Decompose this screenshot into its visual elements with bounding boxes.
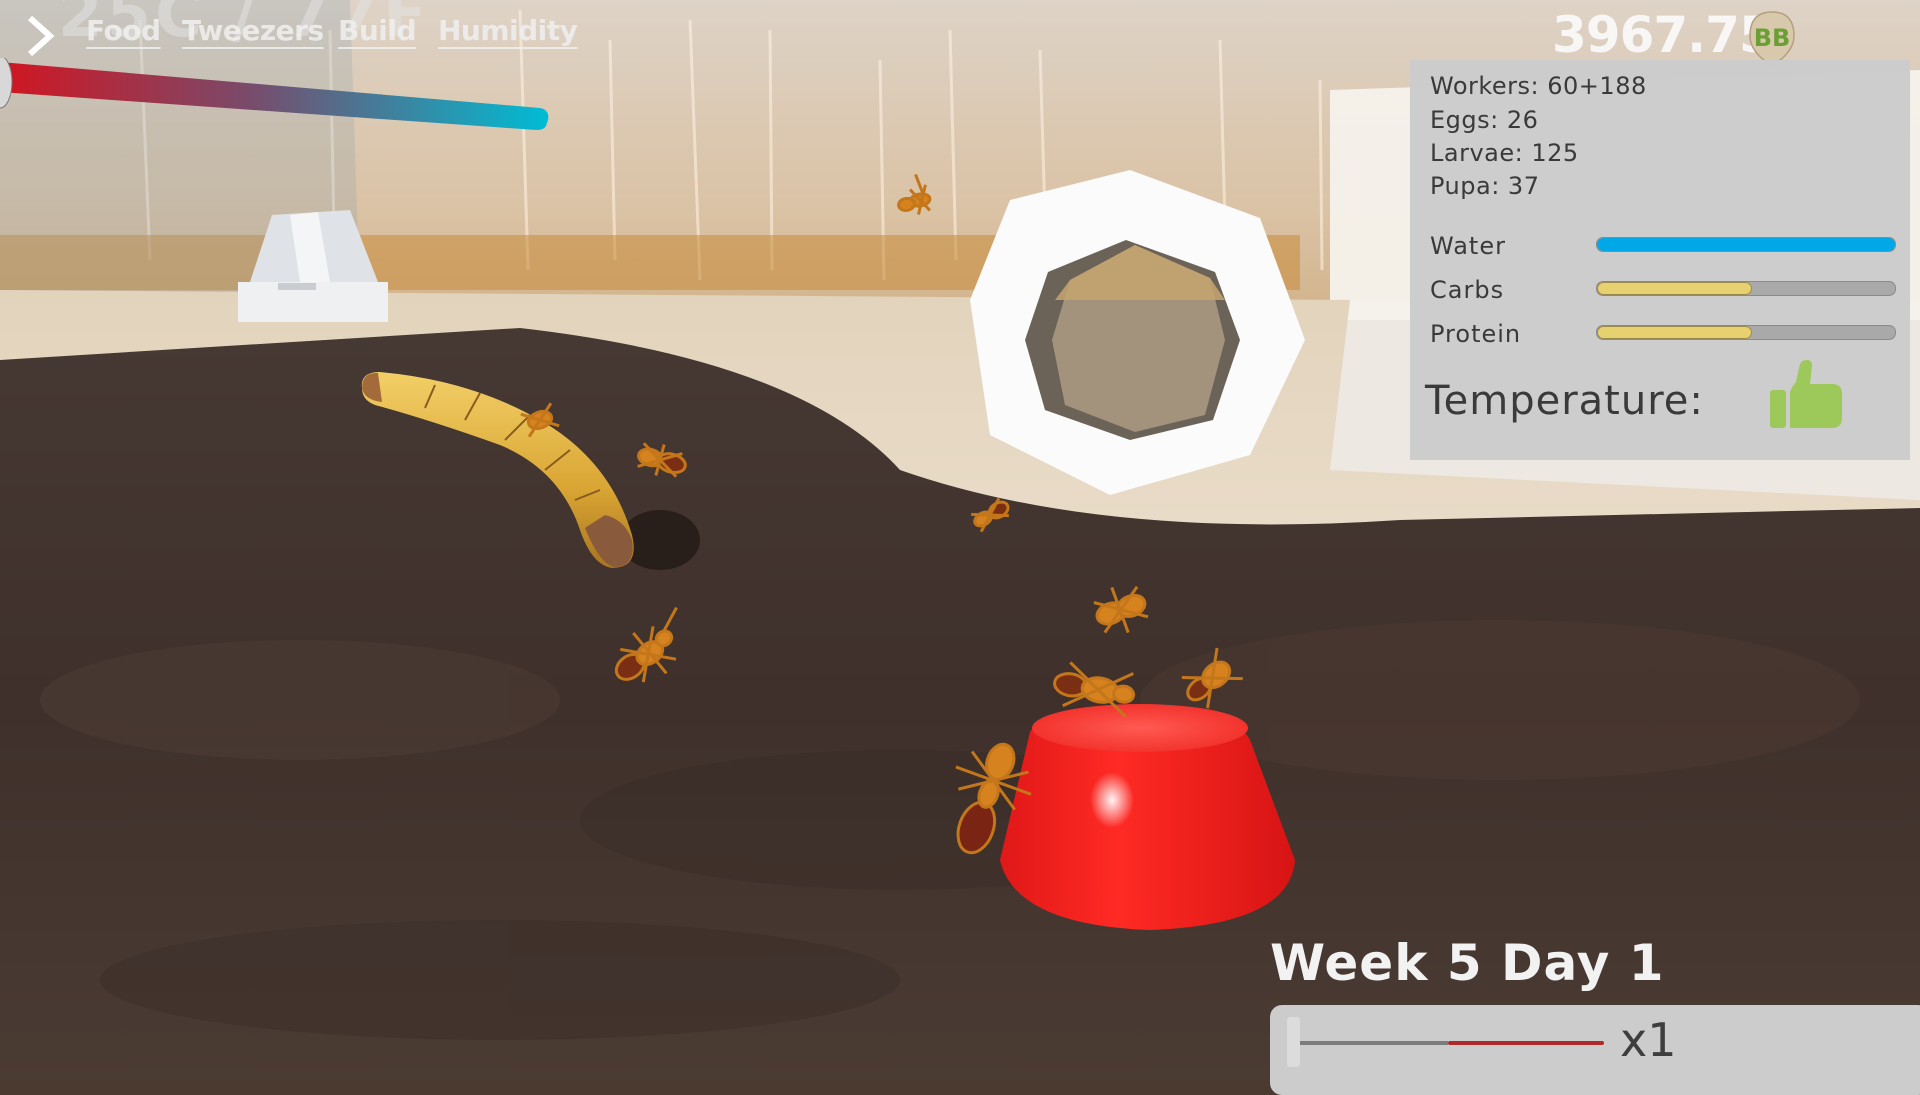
menu-item-humidity[interactable]: Humidity: [438, 14, 578, 47]
workers-count: Workers: 60+188: [1430, 72, 1647, 100]
menu-item-food[interactable]: Food: [86, 14, 161, 47]
protein-label: Protein: [1430, 320, 1522, 348]
water-label: Water: [1430, 232, 1506, 260]
water-meter: [1596, 237, 1896, 252]
speed-slider-track[interactable]: [1300, 1041, 1448, 1045]
menu-item-build[interactable]: Build: [338, 14, 417, 47]
chevron-right-icon[interactable]: [24, 14, 56, 58]
menu-item-tweezers[interactable]: Tweezers: [182, 14, 324, 47]
speed-slider-track-fast[interactable]: [1448, 1041, 1604, 1045]
speed-slider-handle[interactable]: [1287, 1017, 1300, 1067]
game-date: Week 5 Day 1: [1270, 934, 1665, 992]
carbs-meter-fill: [1597, 282, 1752, 295]
temperature-label: Temperature:: [1425, 378, 1704, 424]
eggs-count: Eggs: 26: [1430, 106, 1539, 134]
protein-meter: [1596, 325, 1896, 340]
game-speed-control: x1: [1270, 1005, 1920, 1095]
thumbs-up-icon: [1770, 360, 1842, 428]
pupa-count: Pupa: 37: [1430, 172, 1540, 200]
svg-text:BB: BB: [1754, 24, 1791, 52]
speed-multiplier: x1: [1620, 1013, 1677, 1067]
protein-meter-fill: [1597, 326, 1752, 339]
carbs-label: Carbs: [1430, 276, 1505, 304]
water-meter-fill: [1597, 238, 1895, 251]
larvae-count: Larvae: 125: [1430, 139, 1579, 167]
currency-amount: 3967.75: [1552, 6, 1774, 64]
colony-stats-panel: Workers: 60+188 Eggs: 26 Larvae: 125 Pup…: [1410, 60, 1910, 460]
temperature-gauge-bar: [0, 58, 549, 130]
carbs-meter: [1596, 281, 1896, 296]
